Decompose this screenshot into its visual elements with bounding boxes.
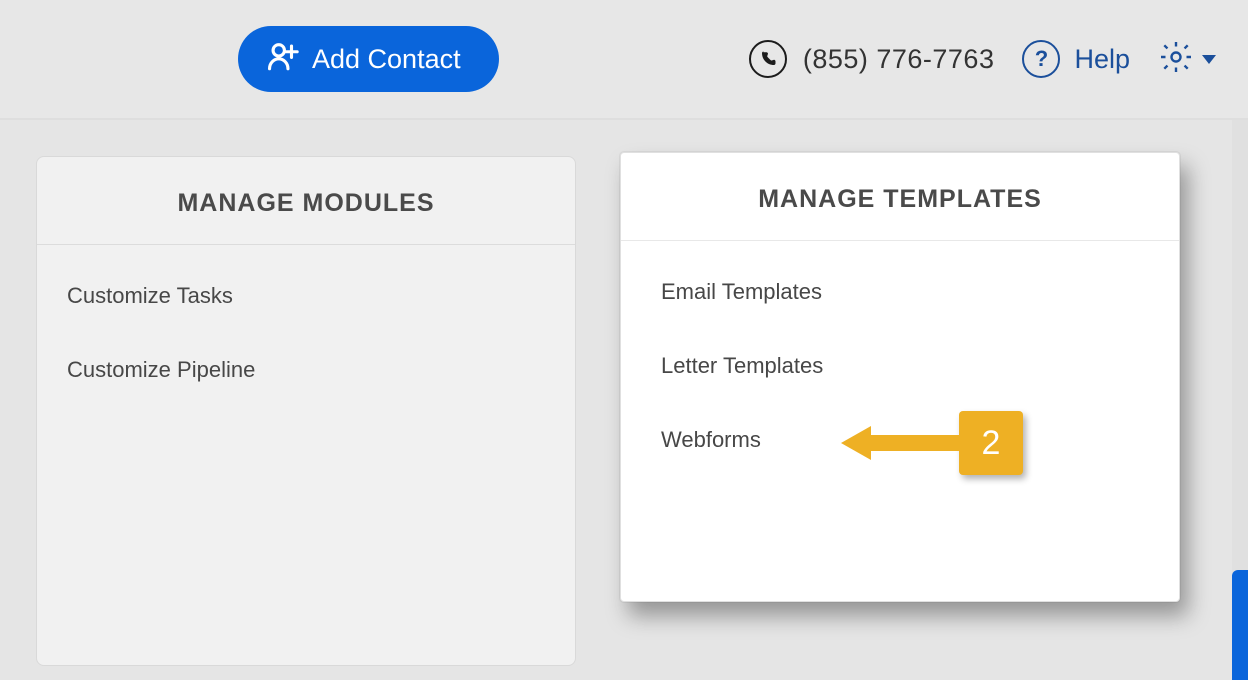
manage-templates-title: MANAGE TEMPLATES <box>621 153 1179 241</box>
settings-dropdown[interactable] <box>1158 39 1216 80</box>
annotation-badge: 2 <box>959 411 1023 475</box>
link-webforms-label: Webforms <box>661 427 761 452</box>
help-icon: ? <box>1022 40 1060 78</box>
top-bar: Add Contact (855) 776-7763 ? Help <box>0 0 1248 120</box>
link-webforms[interactable]: Webforms 2 <box>661 411 1139 485</box>
annotation-step-2: 2 <box>841 411 1023 475</box>
link-email-templates[interactable]: Email Templates <box>661 263 1139 337</box>
link-customize-tasks[interactable]: Customize Tasks <box>67 267 545 341</box>
content-area: MANAGE MODULES Customize Tasks Customize… <box>0 120 1248 680</box>
phone-icon <box>749 40 787 78</box>
help-label: Help <box>1074 44 1130 75</box>
annotation-arrow-icon <box>841 426 961 460</box>
help-link[interactable]: ? Help <box>1022 40 1130 78</box>
chevron-down-icon <box>1202 55 1216 64</box>
add-contact-label: Add Contact <box>312 44 461 75</box>
right-accent-tab[interactable] <box>1232 570 1248 680</box>
add-contact-button[interactable]: Add Contact <box>238 26 499 92</box>
add-contact-icon <box>266 39 300 80</box>
manage-modules-card: MANAGE MODULES Customize Tasks Customize… <box>36 156 576 666</box>
link-customize-pipeline[interactable]: Customize Pipeline <box>67 341 545 415</box>
support-phone: (855) 776-7763 <box>749 40 995 78</box>
manage-templates-card: MANAGE TEMPLATES Email Templates Letter … <box>620 152 1180 602</box>
link-letter-templates[interactable]: Letter Templates <box>661 337 1139 411</box>
manage-modules-title: MANAGE MODULES <box>37 157 575 245</box>
gear-icon <box>1158 39 1194 80</box>
support-phone-number: (855) 776-7763 <box>803 44 995 75</box>
